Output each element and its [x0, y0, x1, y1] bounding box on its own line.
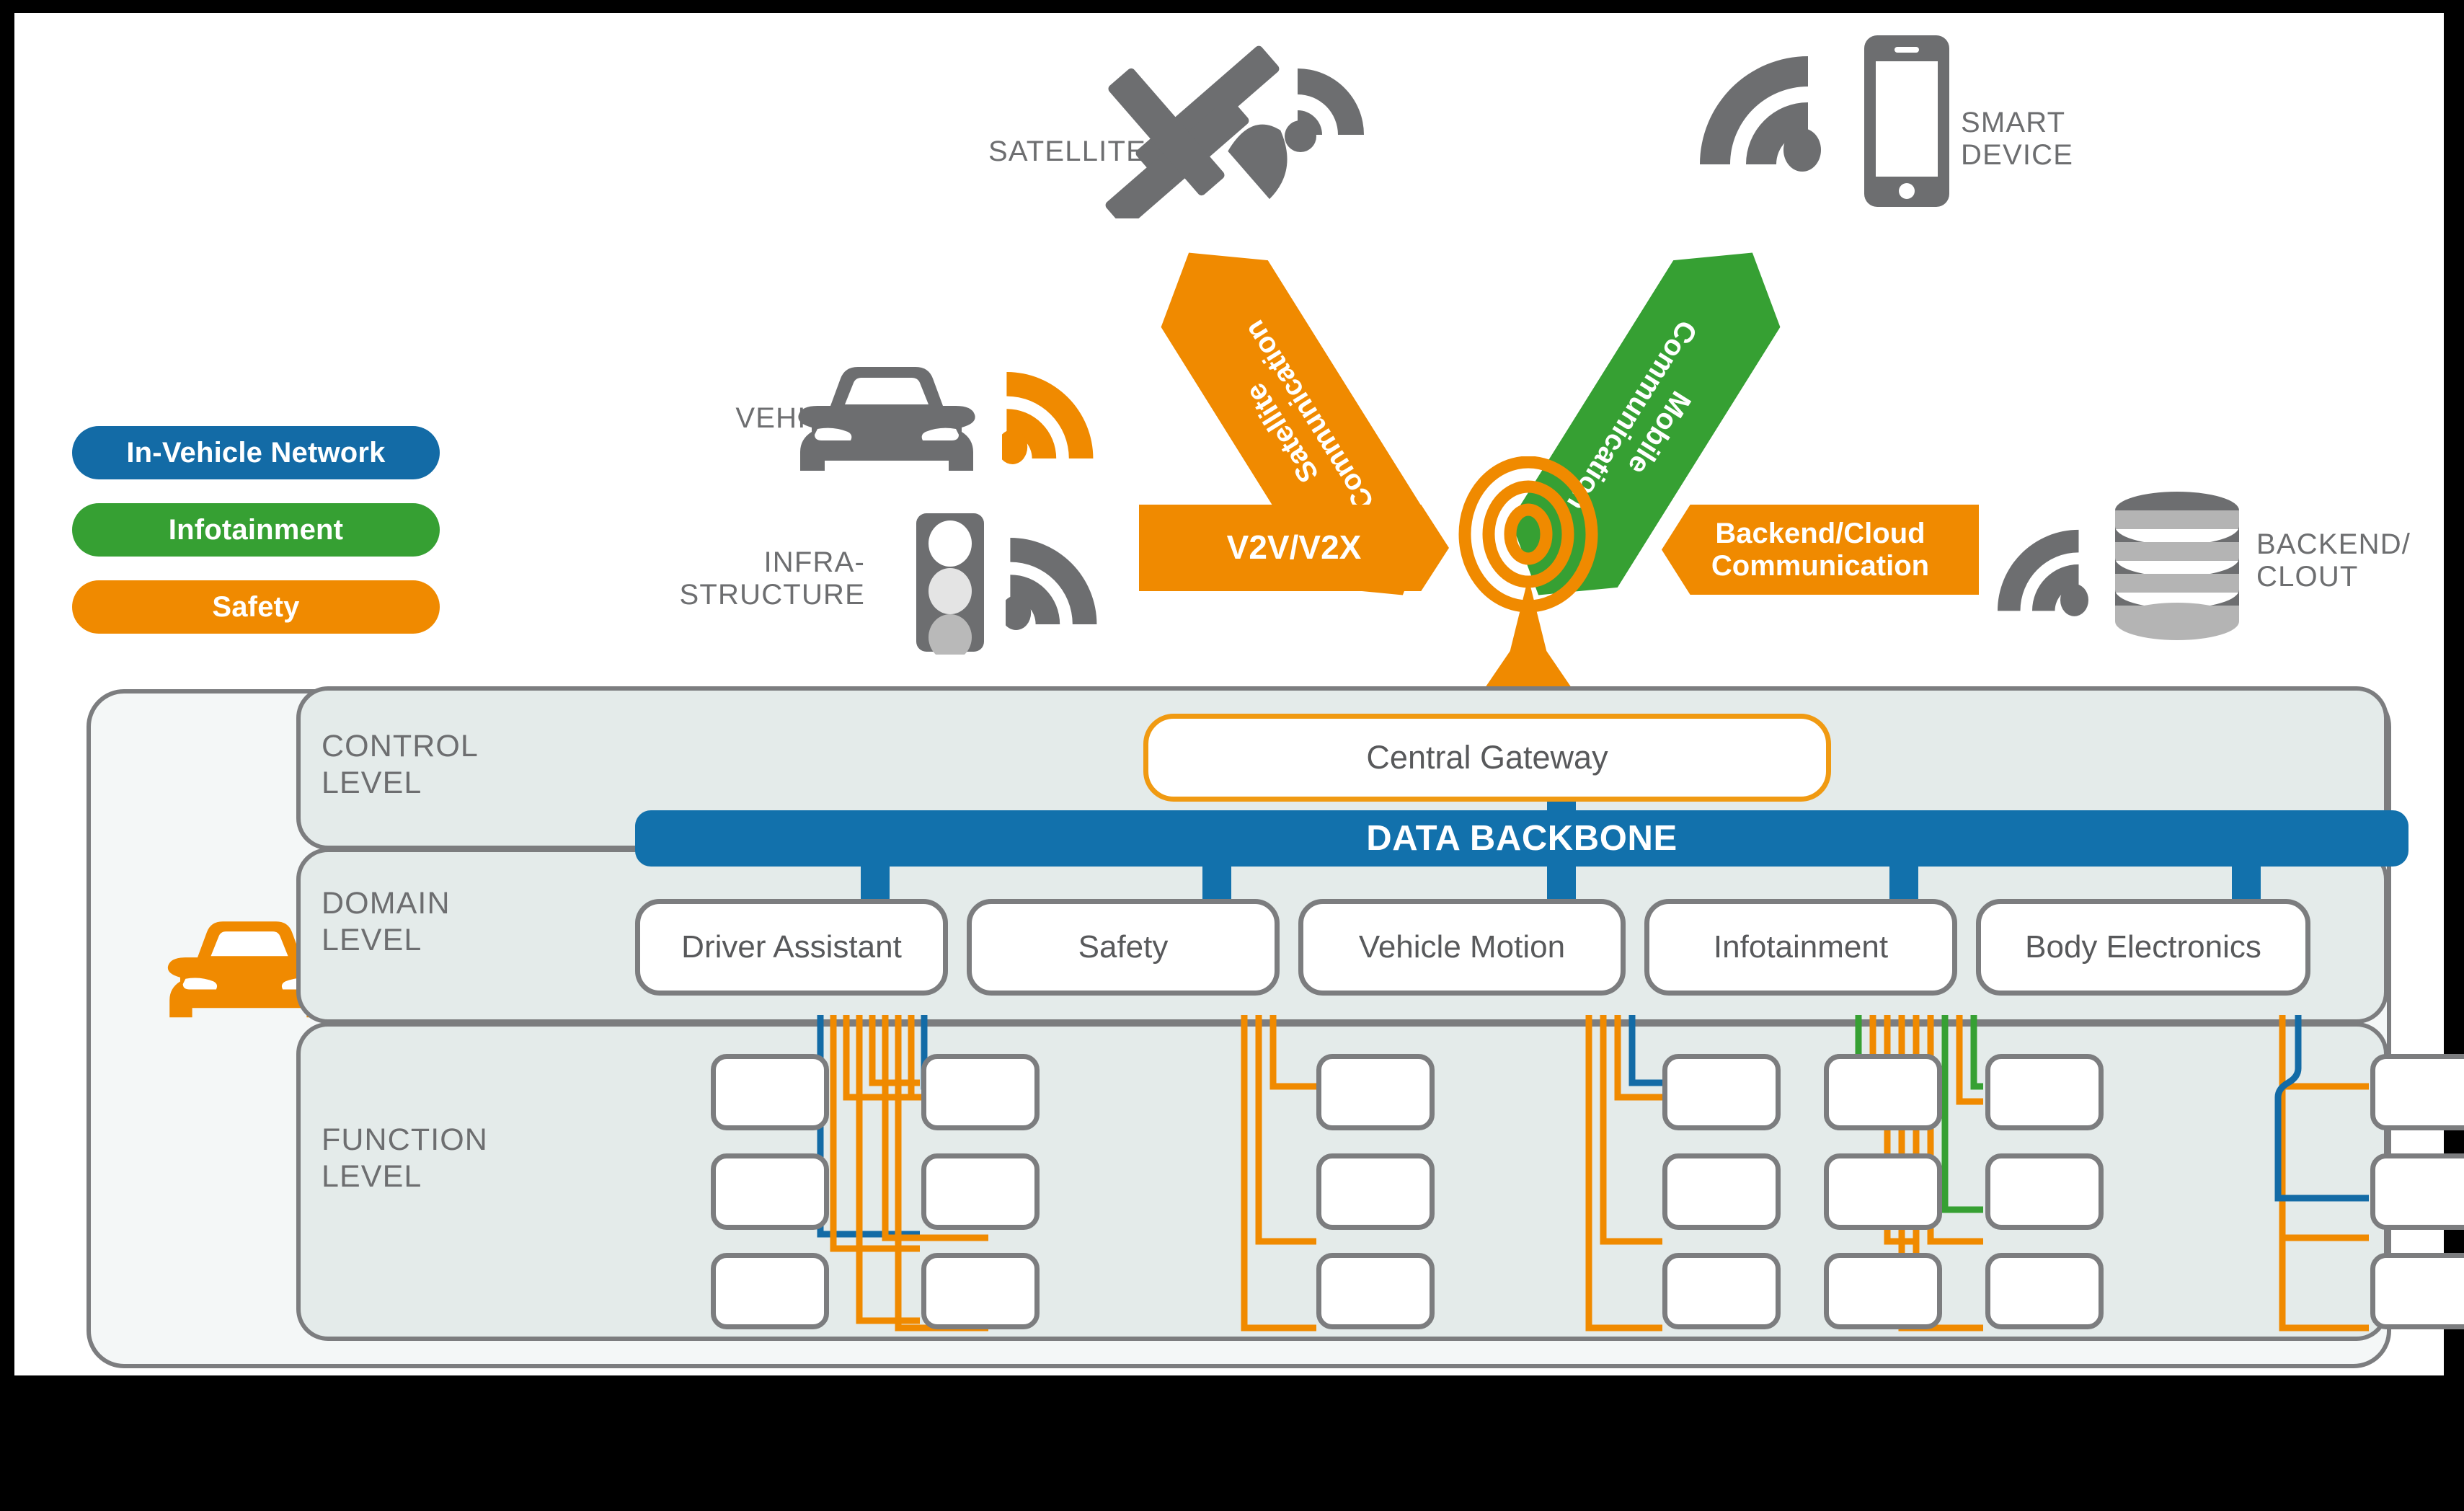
traffic-light-icon [916, 513, 984, 655]
smart-device-label: SMART DEVICE [1961, 107, 2264, 172]
data-backbone-bar: DATA BACKBONE [635, 810, 2408, 867]
function-box[interactable] [1662, 1253, 1781, 1329]
domain-label: Driver Assistant [681, 929, 902, 965]
central-gateway-label: Central Gateway [1366, 739, 1608, 776]
legend: In-Vehicle Network Infotainment Safety [72, 426, 440, 657]
backend-label: BACKEND/ CLOUT [2256, 528, 2464, 593]
function-box[interactable] [1985, 1153, 2104, 1230]
legend-item-infotainment: Infotainment [72, 503, 440, 557]
infrastructure-label-line2: STRUCTURE [679, 578, 865, 611]
function-box[interactable] [711, 1153, 829, 1230]
wifi-icon-vehicle [1002, 372, 1094, 464]
function-box[interactable] [2370, 1054, 2464, 1130]
satellite-icon [1105, 45, 1364, 218]
function-box[interactable] [1824, 1253, 1942, 1329]
function-box[interactable] [1985, 1054, 2104, 1130]
domain-box-vehicle-motion[interactable]: Vehicle Motion [1298, 899, 1626, 996]
wifi-icon-backend [1998, 529, 2088, 616]
wifi-icon-infrastructure [1006, 538, 1097, 630]
legend-item-safety: Safety [72, 580, 440, 634]
infrastructure-label-line1: INFRA- [763, 546, 865, 578]
screenshot-root: In-Vehicle Network Infotainment Safety S… [0, 0, 2464, 1511]
backend-label-line1: BACKEND/ [2256, 528, 2411, 560]
function-box[interactable] [2370, 1253, 2464, 1329]
wifi-icon-smart-device [1700, 56, 1821, 172]
function-box[interactable] [1662, 1054, 1781, 1130]
function-box[interactable] [1662, 1153, 1781, 1230]
function-box[interactable] [711, 1054, 829, 1130]
domain-box-safety[interactable]: Safety [967, 899, 1280, 996]
function-box[interactable] [1985, 1253, 2104, 1329]
function-box[interactable] [1316, 1153, 1435, 1230]
domain-label: Safety [1078, 929, 1169, 965]
domain-box-infotainment[interactable]: Infotainment [1644, 899, 1957, 996]
smart-device-label-line2: DEVICE [1961, 138, 2074, 171]
domain-label: Infotainment [1713, 929, 1889, 965]
smart-device-label-line1: SMART [1961, 107, 2066, 138]
function-box[interactable] [921, 1253, 1040, 1329]
backend-cloud-line2: Communication [1711, 549, 1930, 582]
backend-cloud-line1: Backend/Cloud [1715, 517, 1925, 549]
legend-label: Safety [212, 590, 300, 623]
legend-label: Infotainment [168, 513, 344, 546]
central-gateway-box[interactable]: Central Gateway [1143, 714, 1831, 802]
v2v-v2x-arrow: V2V/V2X [1139, 505, 1449, 591]
vehicle-architecture-panel: CONTROL LEVEL DOMAIN LEVEL FUNCTION LEVE… [87, 686, 2464, 1368]
domain-box-body-electronics[interactable]: Body Electronics [1976, 899, 2310, 996]
data-backbone-label: DATA BACKBONE [1366, 819, 1678, 858]
function-box[interactable] [1824, 1054, 1942, 1130]
v2v-v2x-label: V2V/V2X [1226, 528, 1362, 567]
domain-label: Vehicle Motion [1358, 929, 1566, 965]
function-box[interactable] [2370, 1153, 2464, 1230]
function-box[interactable] [1824, 1153, 1942, 1230]
function-box[interactable] [1316, 1253, 1435, 1329]
function-box[interactable] [711, 1253, 829, 1329]
backend-label-line2: CLOUT [2256, 560, 2359, 593]
domain-label: Body Electronics [2025, 929, 2261, 965]
smartphone-icon [1864, 35, 1949, 207]
function-box[interactable] [921, 1054, 1040, 1130]
diagram-canvas: In-Vehicle Network Infotainment Safety S… [14, 13, 2464, 1375]
backend-cloud-arrow: Backend/Cloud Communication [1662, 505, 1979, 595]
function-box[interactable] [1316, 1054, 1435, 1130]
database-icon [2115, 492, 2239, 640]
infrastructure-label: INFRA- STRUCTURE [519, 546, 865, 611]
domain-box-driver-assistant[interactable]: Driver Assistant [635, 899, 948, 996]
legend-item-in-vehicle-network: In-Vehicle Network [72, 426, 440, 479]
car-icon-vehicle [798, 367, 975, 471]
function-box[interactable] [921, 1153, 1040, 1230]
legend-label: In-Vehicle Network [126, 436, 386, 469]
